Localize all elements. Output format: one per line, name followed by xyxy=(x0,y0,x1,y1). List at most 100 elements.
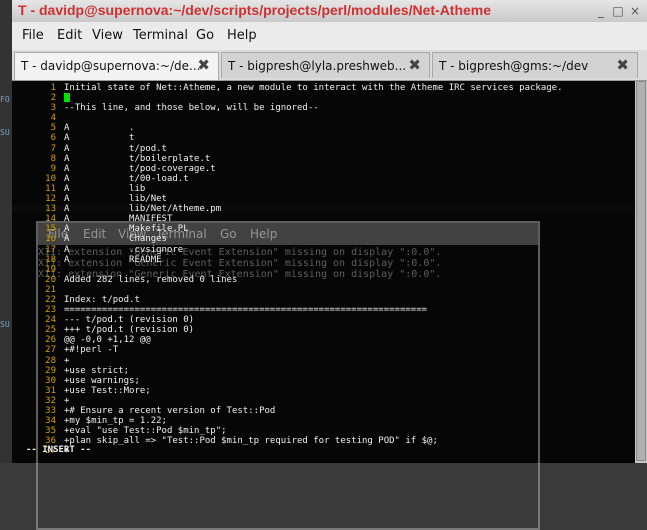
line-number: 13 xyxy=(45,204,56,215)
editor-line: 17 A .cvsignore xyxy=(12,245,635,255)
editor-line: 34 +my $min_tp = 1.22; xyxy=(12,416,635,426)
line-text: Index: t/pod.t xyxy=(64,294,140,305)
menu-help[interactable]: Help xyxy=(227,28,257,43)
vim-mode-indicator: -- INSERT -- xyxy=(26,445,92,455)
line-number: 9 xyxy=(50,163,56,174)
maximize-icon[interactable]: □ xyxy=(611,4,625,18)
editor-line: 4 xyxy=(12,113,635,123)
line-text: +++ t/pod.t (revision 0) xyxy=(64,325,195,336)
line-text: +#!perl -T xyxy=(64,345,119,356)
line-number: 4 xyxy=(50,113,56,124)
terminal-area[interactable]: File Edit View Terminal Go Help X11: ext… xyxy=(12,81,635,530)
line-number: 31 xyxy=(45,385,56,396)
tab-supernova[interactable]: T - davidp@supernova:~/de... ✖ xyxy=(14,52,219,80)
line-text: A Changes xyxy=(64,234,167,245)
line-text: A t/pod.t xyxy=(64,143,167,154)
line-number: 5 xyxy=(50,123,56,134)
minimize-icon[interactable]: _ xyxy=(594,4,608,18)
line-text: +# Ensure a recent version of Test::Pod xyxy=(64,406,276,416)
editor-line: 24 --- t/pod.t (revision 0) xyxy=(12,315,635,325)
menu-bar: File Edit View Terminal Go Help xyxy=(12,22,647,51)
line-text: Initial state of Net::Atheme, a new modu… xyxy=(64,83,563,93)
editor-line: 32 + xyxy=(12,396,635,406)
line-number: 24 xyxy=(45,315,56,326)
editor-line: 21 xyxy=(12,285,635,295)
close-tab-icon[interactable]: ✖ xyxy=(616,56,629,74)
title-bar[interactable]: T - davidp@supernova:~/dev/scripts/proje… xyxy=(12,0,647,23)
editor-line: 31 +use Test::More; xyxy=(12,386,635,396)
background-text: FO xyxy=(0,95,10,104)
tab-lyla[interactable]: T - bigpresh@lyla.preshweb... ✖ xyxy=(221,52,430,78)
line-text: --- t/pod.t (revision 0) xyxy=(64,315,195,326)
editor-line: 23 ======================================… xyxy=(12,305,635,315)
line-text: A t/00-load.t xyxy=(64,173,189,184)
line-number: 14 xyxy=(45,214,56,225)
editor-line: 25 +++ t/pod.t (revision 0) xyxy=(12,325,635,335)
editor-line: 15 A Makefile.PL xyxy=(12,224,635,234)
editor-line: 1 Initial state of Net::Atheme, a new mod… xyxy=(12,83,635,93)
close-tab-icon[interactable]: ✖ xyxy=(408,56,421,74)
line-number: 25 xyxy=(45,325,56,336)
line-number: 16 xyxy=(45,234,56,245)
editor-line: 35 +eval "use Test::Pod $min_tp"; xyxy=(12,426,635,436)
editor-line: 33 +# Ensure a recent version of Test::Po… xyxy=(12,406,635,416)
line-text: +use strict; xyxy=(64,365,130,376)
editor-line: 20 Added 282 lines, removed 0 lines xyxy=(12,275,635,285)
line-number: 8 xyxy=(50,153,56,164)
line-text: A lib/Net xyxy=(64,194,167,205)
line-number: 17 xyxy=(45,244,56,255)
line-text: @@ -0,0 +1,12 @@ xyxy=(64,335,151,346)
editor-line: 30 +use warnings; xyxy=(12,376,635,386)
line-text: A .cvsignore xyxy=(64,244,184,255)
menu-file[interactable]: File xyxy=(22,28,44,43)
background-text: SU xyxy=(0,320,10,329)
tab-gms[interactable]: T - bigpresh@gms:~/dev ✖ xyxy=(432,52,638,78)
editor-line: 9 A t/pod-coverage.t xyxy=(12,164,635,174)
line-number: 30 xyxy=(45,375,56,386)
editor-line: 3 --This line, and those below, will be i… xyxy=(12,103,635,113)
line-text: + xyxy=(64,395,70,406)
line-number: 3 xyxy=(50,103,56,114)
close-tab-icon[interactable]: ✖ xyxy=(197,56,210,74)
line-text: +eval "use Test::Pod $min_tp"; xyxy=(64,426,227,437)
menu-edit[interactable]: Edit xyxy=(57,28,82,43)
line-number: 1 xyxy=(50,83,56,93)
line-number: 7 xyxy=(50,143,56,154)
line-text: A t/pod-coverage.t xyxy=(64,163,216,174)
line-text: A t/boilerplate.t xyxy=(64,153,211,164)
menu-go[interactable]: Go xyxy=(196,28,214,43)
line-text: A Makefile.PL xyxy=(64,224,189,235)
line-number: 32 xyxy=(45,395,56,406)
editor-buffer[interactable]: 1 Initial state of Net::Atheme, a new mod… xyxy=(12,83,635,456)
editor-line: 36 +plan skip_all => "Test::Pod $min_tp r… xyxy=(12,436,635,446)
editor-line: 8 A t/boilerplate.t xyxy=(12,154,635,164)
line-number: 28 xyxy=(45,355,56,366)
editor-line: 22 Index: t/pod.t xyxy=(12,295,635,305)
editor-line: 26 @@ -0,0 +1,12 @@ xyxy=(12,335,635,345)
close-window-icon[interactable]: × xyxy=(628,4,642,18)
line-number: 18 xyxy=(45,254,56,265)
editor-line: 7 A t/pod.t xyxy=(12,144,635,154)
editor-line: 18 A README xyxy=(12,255,635,265)
text-cursor xyxy=(64,93,70,103)
line-text: Added 282 lines, removed 0 lines xyxy=(64,274,238,285)
menu-view[interactable]: View xyxy=(92,28,123,43)
scrollbar[interactable] xyxy=(635,81,647,463)
line-text: --This line, and those below, will be ig… xyxy=(64,103,319,114)
line-number: 20 xyxy=(45,274,56,285)
editor-line: 27 +#!perl -T xyxy=(12,345,635,355)
editor-line: 14 A MANIFEST xyxy=(12,214,635,224)
menu-terminal[interactable]: Terminal xyxy=(133,28,188,43)
line-number: 11 xyxy=(45,183,56,194)
line-number: 27 xyxy=(45,345,56,356)
line-text: A MANIFEST xyxy=(64,214,173,225)
editor-line: 16 A Changes xyxy=(12,234,635,244)
scrollbar-thumb[interactable] xyxy=(636,81,646,461)
tab-label: T - bigpresh@lyla.preshweb... xyxy=(228,59,407,73)
window-title: T - davidp@supernova:~/dev/scripts/proje… xyxy=(18,2,492,18)
line-number: 15 xyxy=(45,224,56,235)
line-text: ========================================… xyxy=(64,305,428,316)
editor-line: 13 A lib/Net/Atheme.pm xyxy=(12,204,635,214)
line-text: A t xyxy=(64,133,135,144)
editor-line: 2 xyxy=(12,93,635,103)
